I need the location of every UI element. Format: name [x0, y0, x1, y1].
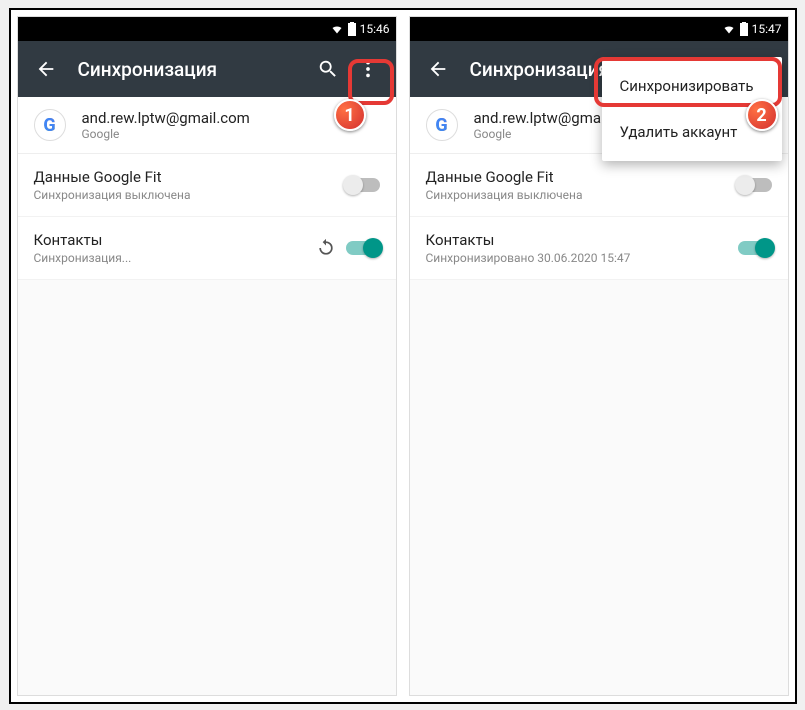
status-time: 15:47: [752, 22, 782, 36]
sync-item-label: Контакты: [34, 231, 316, 249]
sync-item-sub: Синхронизировано 30.06.2020 15:47: [426, 251, 738, 265]
status-time: 15:46: [360, 22, 390, 36]
search-button[interactable]: [308, 49, 348, 89]
sync-item-sub: Синхронизация выключена: [426, 188, 738, 202]
sync-item-googlefit[interactable]: Данные Google Fit Синхронизация выключен…: [18, 154, 396, 217]
sync-item-googlefit[interactable]: Данные Google Fit Синхронизация выключен…: [410, 154, 788, 217]
app-bar: Синхронизация: [18, 41, 396, 97]
battery-icon: [348, 22, 356, 36]
sync-item-label: Данные Google Fit: [426, 168, 738, 186]
overflow-menu-button[interactable]: [348, 49, 388, 89]
sync-item-contacts[interactable]: Контакты Синхронизация...: [18, 217, 396, 280]
sync-in-progress-icon: [316, 238, 336, 258]
wifi-icon: [722, 23, 736, 35]
toggle-switch[interactable]: [346, 178, 380, 192]
status-bar: 15:47: [410, 17, 788, 41]
annotation-badge: 1: [334, 99, 366, 131]
google-logo-icon: G: [426, 109, 458, 141]
account-provider: Google: [82, 127, 250, 141]
toggle-switch[interactable]: [738, 178, 772, 192]
sync-item-sub: Синхронизация...: [34, 251, 316, 265]
status-bar: 15:46: [18, 17, 396, 41]
battery-icon: [740, 22, 748, 36]
back-button[interactable]: [418, 49, 458, 89]
google-logo-icon: G: [34, 109, 66, 141]
annotation-badge: 2: [746, 99, 778, 131]
sync-item-sub: Синхронизация выключена: [34, 188, 346, 202]
phone-right: 15:47 Синхронизация G and.rew.lptw@gmail…: [409, 16, 789, 696]
toggle-switch[interactable]: [738, 241, 772, 255]
sync-item-label: Контакты: [426, 231, 738, 249]
phone-left: 15:46 Синхронизация G and.rew.lptw@gmail…: [17, 16, 397, 696]
sync-item-contacts[interactable]: Контакты Синхронизировано 30.06.2020 15:…: [410, 217, 788, 280]
wifi-icon: [330, 23, 344, 35]
account-email: and.rew.lptw@gmail.com: [82, 109, 250, 127]
toggle-switch[interactable]: [346, 241, 380, 255]
sync-item-label: Данные Google Fit: [34, 168, 346, 186]
page-title: Синхронизация: [66, 58, 308, 81]
back-button[interactable]: [26, 49, 66, 89]
